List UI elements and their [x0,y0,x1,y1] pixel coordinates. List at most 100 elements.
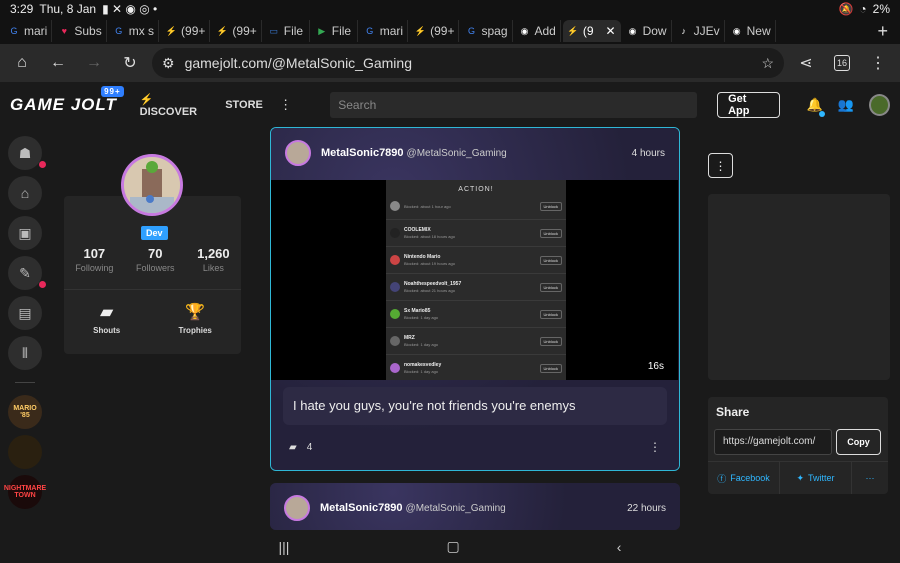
profile-avatar[interactable] [121,154,183,216]
unblock-button: Unblock [539,336,562,346]
tab-favicon-icon: ▶ [318,26,326,36]
browser-tab[interactable]: ♥ Subs [54,20,107,42]
tab-favicon-icon: ◉ [520,26,529,36]
browser-menu-icon[interactable]: ⋮ [864,49,892,77]
more-menu-icon[interactable]: ⋮ [277,96,294,114]
user-avatar[interactable] [868,94,890,116]
back-icon[interactable]: ← [44,49,72,77]
browser-tab[interactable]: ⚡ (99+ [212,20,262,42]
browser-tab[interactable]: Gmari [360,20,409,42]
tab-switcher-button[interactable]: 16 [828,49,856,77]
friends-icon[interactable]: 👥 [837,96,854,114]
site-settings-icon[interactable]: ⚙ [162,55,175,72]
bookmark-star-icon[interactable]: ☆ [761,55,774,72]
browser-toolbar: ⌂ ← → ↻ ⚙ gamejolt.com/@MetalSonic_Gamin… [0,44,900,82]
tab-label: (99+ [430,24,455,38]
tab-favicon-icon: ⚡ [414,26,426,36]
share-icon[interactable]: ⋖ [792,49,820,77]
share-url-field[interactable]: https://gamejolt.com/ [714,429,832,455]
browser-tab[interactable]: ⚡ (9 ✕ [562,20,621,42]
quill-icon[interactable]: ✎ [8,256,46,290]
tab-favicon-icon: ◉ [732,26,741,36]
bell-icon[interactable]: 🔔 [806,96,826,117]
post-time[interactable]: 4 hours [632,148,665,159]
shouts-link[interactable]: ▰ Shouts [93,302,120,335]
blocked-user-row: COOLEMIX Blocked: about 18 hours ago Unblo… [386,220,566,247]
browser-tab-strip: Gmari ♥ Subs Gmx s ⚡ (99+ ⚡ (99+ ▭ File ▶ File Gmari… [0,18,900,44]
address-bar[interactable]: ⚙ gamejolt.com/@MetalSonic_Gaming ☆ [152,48,784,78]
unblock-button: Unblock [539,201,562,211]
search-input[interactable]: Search [330,92,698,118]
browser-tab[interactable]: ⚡ (99+ [410,20,460,42]
blocked-user-name: MRZ [404,335,415,341]
forward-icon[interactable]: → [80,49,108,77]
rail-game-3[interactable]: NIGHTMARE TOWN [4,475,46,509]
facebook-share[interactable]: ⓕ Facebook [708,462,780,494]
profile-links: ▰ Shouts 🏆 Trophies [64,302,241,335]
browser-tab[interactable]: Gmx s [109,20,160,42]
get-app-button[interactable]: Get App [717,92,780,118]
browser-tab[interactable]: ▭ File [264,20,310,42]
post-more-icon[interactable]: ⋮ [649,440,661,454]
trophies-link[interactable]: 🏆 Trophies [179,302,212,335]
tab-favicon-icon: G [10,26,18,36]
post-card[interactable]: MetalSonic7890 @MetalSonic_Gaming 22 hour… [270,483,680,530]
home-icon[interactable]: ⌂ [8,49,36,77]
browser-tab[interactable]: ◉ New [727,20,776,42]
post-author-handle: @MetalSonic_Gaming [405,503,506,514]
browser-tab[interactable]: ◉ Add [515,20,561,42]
followers-count: 70 [147,246,163,261]
post-card[interactable]: MetalSonic7890 @MetalSonic_Gaming 4 hours… [270,127,680,471]
rail-game-1[interactable]: MARIO '85 [8,395,42,429]
activity-icon[interactable]: ☗ [8,136,46,170]
rail-divider [15,382,35,383]
browser-tab[interactable]: ▶ File [312,20,358,42]
comment-icon[interactable]: ▰ [289,442,297,453]
tab-label: mari [379,24,404,38]
browser-tab[interactable]: Gmari [4,20,53,42]
tab-label: (99+ [181,24,206,38]
comment-count[interactable]: 4 [307,442,313,453]
post-time[interactable]: 22 hours [627,503,666,514]
browser-tab[interactable]: ♪ JJEv [674,20,725,42]
facebook-label: Facebook [730,473,770,483]
profile-more-button[interactable]: ⋮ [708,153,733,178]
more-share[interactable]: ··· [852,462,888,494]
recent-apps-icon[interactable]: ||| [279,539,290,555]
video-frame: ACTION! Blocked: about 1 hour ago Unblock… [386,180,566,380]
system-back-icon[interactable]: ‹ [617,539,622,555]
twitter-share[interactable]: ✦ Twitter [780,462,852,494]
blocked-user-row: Nintendo Mario Blocked: about 19 hours ag… [386,247,566,274]
blocked-user-time: Blocked: about 18 hours ago [404,234,455,239]
discover-link[interactable]: ⚡ DISCOVER [140,93,212,118]
tab-label: Add [534,24,556,38]
post-video[interactable]: ACTION! Blocked: about 1 hour ago Unblock… [271,180,678,380]
copy-button[interactable]: Copy [836,429,881,455]
browser-tab[interactable]: ◉ Dow [623,20,672,42]
library-icon[interactable]: ⦀ [8,336,42,370]
reload-icon[interactable]: ↻ [116,49,144,77]
gamejolt-logo[interactable]: GAME JOLT 99+ [10,86,126,115]
home-button-icon[interactable]: ▢ [446,538,459,555]
store-link[interactable]: STORE [225,99,263,111]
blocked-user-avatar [390,282,400,292]
trophies-label: Trophies [178,326,212,335]
post-author-avatar[interactable] [285,140,311,166]
browser-tab[interactable]: ⚡ (99+ [161,20,211,42]
blocked-user-time: Blocked: about 1 hour ago [404,204,451,209]
stat-following[interactable]: 107 Following [75,246,113,273]
stat-followers[interactable]: 70 Followers [136,246,175,273]
store-icon[interactable]: ⌂ [8,176,42,210]
new-tab-button[interactable]: + [869,21,896,42]
rail-game-2[interactable] [8,435,42,469]
tab-close-icon[interactable]: ✕ [606,24,616,38]
tab-label: (99+ [232,24,257,38]
browser-tab[interactable]: Gspag [461,20,513,42]
post-author[interactable]: MetalSonic7890 @MetalSonic_Gaming [321,147,507,159]
backpack-icon[interactable]: ▣ [8,216,42,250]
tab-label: spag [481,24,508,38]
url-text[interactable]: gamejolt.com/@MetalSonic_Gaming [185,55,752,71]
post-author[interactable]: MetalSonic7890 @MetalSonic_Gaming [320,502,506,514]
post-author-avatar[interactable] [284,495,310,521]
chat-icon[interactable]: ▤ [8,296,42,330]
